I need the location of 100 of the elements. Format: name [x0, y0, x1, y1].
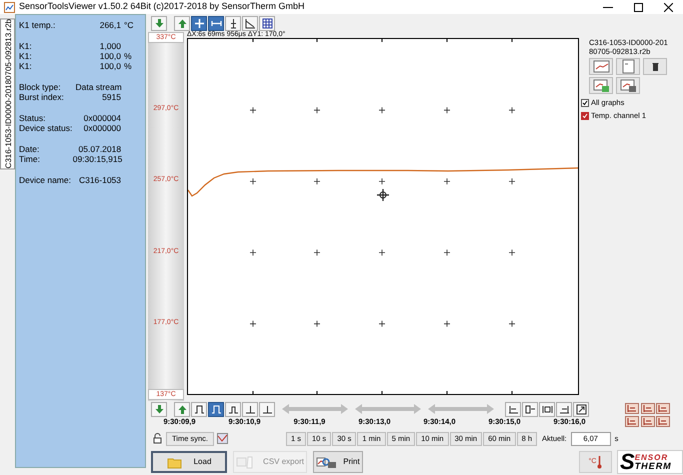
- crosshair-icon: [194, 18, 204, 28]
- grid-mark-icon: [314, 106, 320, 114]
- field-value: 5915: [101, 92, 121, 102]
- field-value: 0x000000: [82, 123, 121, 133]
- load-button[interactable]: Load: [151, 451, 227, 473]
- toolbar-button[interactable]: [242, 16, 258, 30]
- toolbar-button[interactable]: [191, 402, 207, 416]
- chart-scale-icon: [658, 418, 668, 424]
- pulse-icon: [194, 404, 204, 414]
- toolbar-button[interactable]: [539, 402, 555, 416]
- trash-icon: [652, 62, 658, 70]
- field-label: Time:: [19, 154, 41, 164]
- unit-label: °C: [123, 20, 135, 30]
- field-label: Device status:: [19, 123, 74, 133]
- grid-mark-icon: [508, 320, 516, 328]
- scale-button[interactable]: [656, 403, 670, 414]
- arrow-up-icon: [176, 18, 188, 28]
- pulse-icon: [210, 404, 222, 414]
- toolbar-button[interactable]: [259, 16, 275, 30]
- field-value: 100,0: [98, 61, 121, 71]
- field-label: K1 temp.:: [19, 20, 56, 30]
- toolbar-button[interactable]: [242, 402, 258, 416]
- scale-button[interactable]: [640, 416, 655, 426]
- panel-button[interactable]: [616, 58, 640, 75]
- scale-button[interactable]: [656, 416, 670, 426]
- panel-button[interactable]: [643, 58, 667, 75]
- document-icon: [620, 59, 636, 74]
- field-value: 0x000004: [82, 113, 121, 123]
- grid-mark-icon: [314, 320, 320, 328]
- field-label: Status:: [19, 113, 46, 123]
- crosshair-cursor-icon: [376, 188, 390, 202]
- chart-icon[interactable]: [216, 433, 228, 444]
- minimize-icon[interactable]: [603, 6, 613, 8]
- toolbar-button[interactable]: [505, 402, 521, 416]
- panel-button[interactable]: [616, 77, 640, 94]
- scale-button[interactable]: [625, 416, 639, 426]
- step-icon: [244, 404, 256, 414]
- toolbar-button[interactable]: [208, 402, 224, 416]
- grid-mark-icon: [444, 249, 450, 256]
- maximize-icon[interactable]: [634, 2, 643, 12]
- toolbar-button[interactable]: [259, 402, 275, 416]
- chart-scale-icon: [658, 405, 668, 412]
- chart-scale-icon: [627, 418, 637, 424]
- grid-mark-icon: [250, 178, 256, 185]
- field-value: 09:30:15,915: [72, 154, 122, 164]
- chart-window-icon: [592, 59, 610, 74]
- to-start-icon: [508, 404, 518, 414]
- arrow-up-icon: [176, 404, 188, 414]
- toolbar-button[interactable]: [225, 16, 241, 30]
- grid-mark-icon: [508, 106, 516, 114]
- chart-scale-icon: [642, 418, 653, 424]
- file-tab[interactable]: C316-1053-ID0000-20180705-092813.r2b: [0, 18, 15, 170]
- to-end-icon: [558, 404, 570, 414]
- field-label: K1:: [19, 61, 33, 71]
- field-value: 100,0: [98, 51, 121, 61]
- toolbar-button[interactable]: [191, 16, 207, 30]
- scale-button[interactable]: [640, 403, 655, 414]
- grid-mark-icon: [250, 106, 256, 114]
- chart-scale-icon: [642, 405, 653, 412]
- panel-button[interactable]: [589, 77, 613, 94]
- pulse-icon: [228, 404, 238, 414]
- grid-mark-icon: [378, 320, 386, 328]
- unit-label: %: [123, 51, 133, 61]
- close-icon[interactable]: [664, 2, 673, 12]
- print-button[interactable]: Print: [313, 451, 363, 473]
- scale-button[interactable]: [625, 403, 639, 414]
- zoom-box-icon: [524, 404, 536, 414]
- field-label: K1:: [19, 41, 33, 51]
- toolbar-button[interactable]: [522, 402, 538, 416]
- field-label: Block type:: [19, 82, 62, 92]
- grid-mark-icon: [250, 320, 256, 328]
- slope-icon: [244, 18, 256, 28]
- grid-mark-icon: [378, 249, 386, 256]
- grid-icon: [262, 18, 272, 28]
- grid-mark-icon: [314, 178, 320, 185]
- toolbar-button[interactable]: [573, 402, 589, 416]
- toolbar-button[interactable]: [225, 402, 241, 416]
- field-label: K1:: [19, 51, 33, 61]
- grid-mark-icon: [378, 178, 386, 185]
- grid-mark-icon: [250, 249, 256, 256]
- thermometer-icon: [597, 455, 602, 469]
- unit-label: %: [123, 61, 133, 71]
- panel-button[interactable]: [589, 58, 613, 75]
- grid-mark-icon: [444, 178, 450, 185]
- field-label: Burst index:: [19, 92, 65, 102]
- window-title: SensorToolsViewer v1.50.2 64Bit (c)2017-2018 by SensorTherm GmbH: [19, 0, 304, 14]
- chart-save-icon: [620, 78, 636, 93]
- checkbox[interactable]: [581, 112, 589, 120]
- field-value: 266,1: [98, 20, 121, 30]
- field-label: Device name:: [19, 175, 72, 185]
- lock-icon[interactable]: [153, 433, 162, 444]
- expand-icon: [576, 404, 586, 414]
- fit-icon: [542, 404, 552, 414]
- toolbar-button[interactable]: [556, 402, 572, 416]
- grid-mark-icon: [508, 249, 516, 256]
- chart-export-icon: [592, 78, 610, 93]
- step-icon: [262, 404, 272, 414]
- arrow-down-icon: [154, 404, 164, 414]
- checkbox[interactable]: [581, 98, 589, 107]
- toolbar-button[interactable]: [208, 16, 224, 30]
